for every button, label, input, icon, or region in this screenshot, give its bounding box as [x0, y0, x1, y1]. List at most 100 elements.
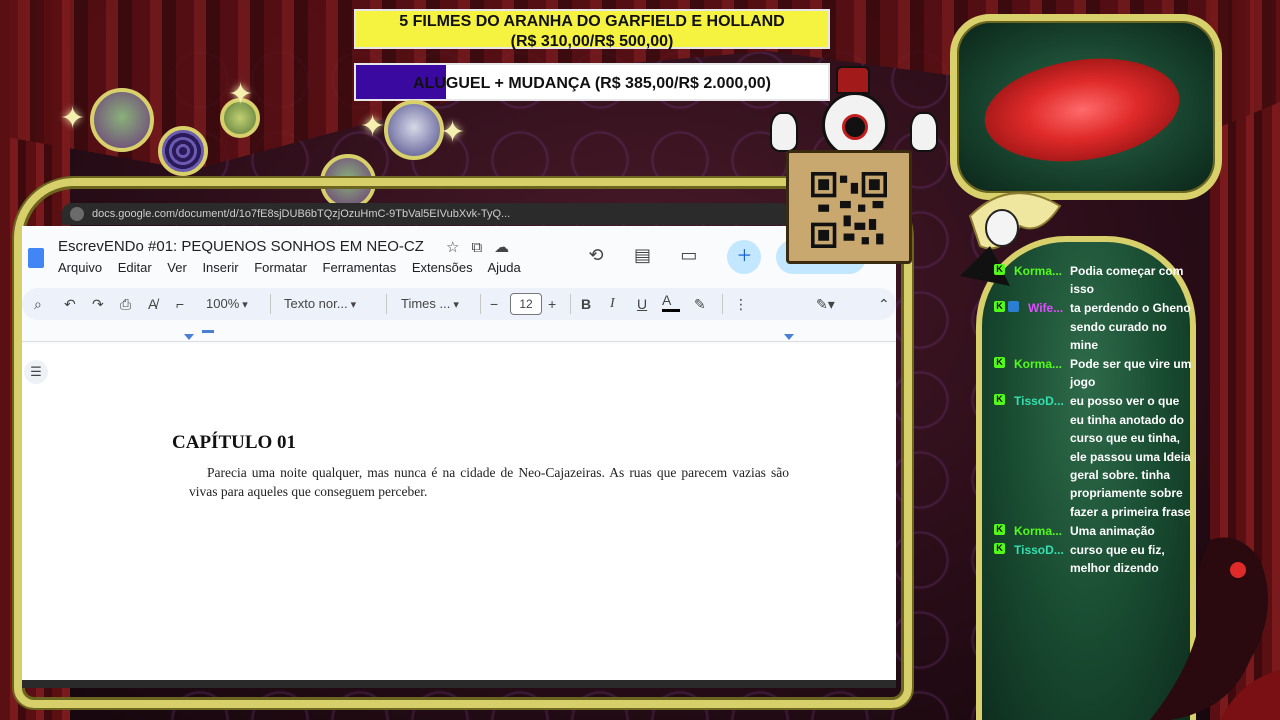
text-color-button[interactable]: A — [662, 292, 680, 312]
chat-text: ta perdendo o Gheno sendo curado no mine — [1070, 301, 1191, 353]
subscriber-badge-icon — [1008, 301, 1019, 313]
right-indent-marker[interactable] — [784, 334, 794, 340]
menu-extensoes[interactable]: Extensões — [412, 260, 473, 275]
menu-inserir[interactable]: Inserir — [202, 260, 238, 275]
chat-username[interactable]: Wife... — [1028, 299, 1068, 317]
search-menus-icon[interactable]: ⌕ — [34, 294, 42, 314]
goal-banner-rent-label: ALUGUEL + MUDANÇA (R$ 385,00/R$ 2.000,00… — [413, 75, 771, 92]
first-line-indent-marker[interactable] — [202, 330, 214, 333]
mascot-eye — [842, 114, 868, 140]
spellcheck-icon[interactable]: A̸ — [148, 294, 157, 314]
chat-username[interactable]: Korma... — [1014, 262, 1066, 280]
comments-icon[interactable]: ▤ — [628, 241, 656, 269]
chat-message: K Korma... Pode ser que vire um jogo — [992, 355, 1192, 392]
avatar-face-2 — [384, 100, 444, 160]
sparkle-icon: ✦ — [60, 102, 86, 135]
style-select[interactable]: Texto nor... — [284, 294, 356, 314]
history-icon[interactable]: ⟲ — [582, 241, 610, 269]
chat-text: Pode ser que vire um jogo — [1070, 357, 1192, 390]
avatar-spiral — [158, 126, 208, 176]
mascot-hand-right — [910, 112, 938, 152]
toolbar-divider — [722, 294, 723, 314]
kick-badge-icon: K — [994, 301, 1005, 313]
kick-badge-icon: K — [994, 394, 1005, 406]
mascot-hat — [836, 66, 870, 94]
site-icon — [70, 207, 84, 221]
demon-character — [1150, 537, 1280, 720]
highlight-icon[interactable]: ✎ — [694, 294, 706, 314]
redo-icon[interactable]: ↷ — [92, 294, 104, 314]
menu-ver[interactable]: Ver — [167, 260, 187, 275]
kick-badge-icon: K — [994, 542, 1005, 554]
print-icon[interactable]: ⎙ — [120, 294, 131, 314]
document-paragraph: Parecia uma noite qualquer, mas nunca é … — [189, 465, 789, 499]
menu-ajuda[interactable]: Ajuda — [487, 260, 520, 275]
chat-username[interactable]: TissoD... — [1014, 392, 1066, 410]
decrease-font-size-icon[interactable]: − — [490, 294, 498, 314]
document-page[interactable]: ☰ CAPÍTULO 01 Parecia uma noite qualquer… — [22, 344, 896, 682]
qr-code-icon — [811, 172, 887, 248]
kick-badge-icon: K — [994, 264, 1005, 275]
goal-banner-rent: ALUGUEL + MUDANÇA (R$ 385,00/R$ 2.000,00… — [354, 63, 830, 101]
chevron-up-icon[interactable]: ⌃ — [878, 294, 890, 314]
sparkle-icon: ✦ — [440, 116, 466, 149]
browser-url-bar[interactable]: docs.google.com/document/d/1o7fE8sjDUB6b… — [62, 203, 790, 225]
text-color-swatch — [662, 309, 680, 312]
goal-banner-movies-line1: 5 FILMES DO ARANHA DO GARFIELD E HOLLAND — [399, 13, 785, 30]
editing-mode-icon[interactable]: ✎▾ — [816, 294, 835, 314]
goal-banner-movies-line2: (R$ 310,00/R$ 500,00) — [510, 33, 674, 50]
menu-editar[interactable]: Editar — [118, 260, 152, 275]
formatting-toolbar: ⌕ ↶ ↷ ⎙ A̸ ⌐ 100% Texto nor... Times ...… — [22, 288, 896, 320]
zoom-select[interactable]: 100% — [206, 294, 248, 314]
paint-format-icon[interactable]: ⌐ — [176, 294, 184, 314]
increase-font-size-icon[interactable]: + — [548, 294, 556, 314]
kick-badge-icon: K — [994, 523, 1005, 535]
docs-bottom-bar — [22, 680, 896, 688]
docs-logo-icon[interactable] — [28, 248, 44, 268]
left-indent-marker[interactable] — [184, 334, 194, 340]
italic-button[interactable]: I — [610, 294, 615, 314]
toolbar-divider — [270, 294, 271, 314]
chapter-heading: CAPÍTULO 01 — [172, 432, 297, 453]
menu-ferramentas[interactable]: Ferramentas — [323, 260, 397, 275]
chat-text: Podia começar com isso — [1070, 264, 1184, 297]
docs-header: EscrevENDo #01: PEQUENOS SONHOS EM NEO-C… — [22, 226, 896, 286]
star-icon[interactable]: ☆ — [446, 239, 471, 256]
toolbar-divider — [386, 294, 387, 314]
avatar-face-1 — [90, 88, 154, 152]
chat-text: eu posso ver o que eu tinha anotado do c… — [1070, 394, 1191, 519]
chat-message: K Wife... ta perdendo o Gheno sendo cura… — [992, 299, 1192, 355]
meet-icon[interactable]: ▭ — [675, 241, 703, 269]
cloud-status-icon[interactable]: ☁ — [494, 239, 521, 256]
chat-username[interactable]: Korma... — [1014, 355, 1066, 373]
underline-button[interactable]: U — [637, 294, 647, 314]
chat-username[interactable]: TissoD... — [1014, 541, 1066, 559]
document-title[interactable]: EscrevENDo #01: PEQUENOS SONHOS EM NEO-C… — [58, 238, 424, 255]
menu-bar: Arquivo Editar Ver Inserir Formatar Ferr… — [58, 260, 533, 275]
url-text: docs.google.com/document/d/1o7fE8sjDUB6b… — [92, 208, 511, 220]
chat-username[interactable]: Korma... — [1014, 522, 1066, 540]
kick-badge-icon: K — [994, 357, 1005, 369]
more-options-icon[interactable]: ⋮ — [734, 294, 748, 314]
bold-button[interactable]: B — [581, 294, 591, 314]
outline-icon[interactable]: ☰ — [24, 360, 48, 384]
sparkle-icon: ✦ — [228, 78, 254, 111]
font-select[interactable]: Times ... — [401, 294, 459, 314]
toolbar-divider — [480, 294, 481, 314]
move-folder-icon[interactable]: ⧉ — [471, 239, 494, 256]
text-color-label: A — [662, 292, 672, 308]
menu-arquivo[interactable]: Arquivo — [58, 260, 102, 275]
undo-icon[interactable]: ↶ — [64, 294, 76, 314]
title-actions: ☆⧉☁ — [446, 238, 521, 256]
add-people-icon[interactable]: ＋ — [727, 240, 762, 274]
menu-formatar[interactable]: Formatar — [254, 260, 307, 275]
google-docs-window: EscrevENDo #01: PEQUENOS SONHOS EM NEO-C… — [22, 226, 896, 682]
goal-banner-movies: 5 FILMES DO ARANHA DO GARFIELD E HOLLAND… — [354, 9, 830, 50]
chat-message: K TissoD... eu posso ver o que eu tinha … — [992, 392, 1192, 521]
ruler[interactable] — [22, 328, 896, 342]
chat-message: K Korma... Podia começar com isso — [992, 262, 1192, 299]
mascot-hand-left — [770, 112, 798, 152]
font-size-input[interactable]: 12 — [510, 293, 542, 315]
sparkle-icon: ✦ — [360, 110, 386, 143]
toolbar-divider — [570, 294, 571, 314]
